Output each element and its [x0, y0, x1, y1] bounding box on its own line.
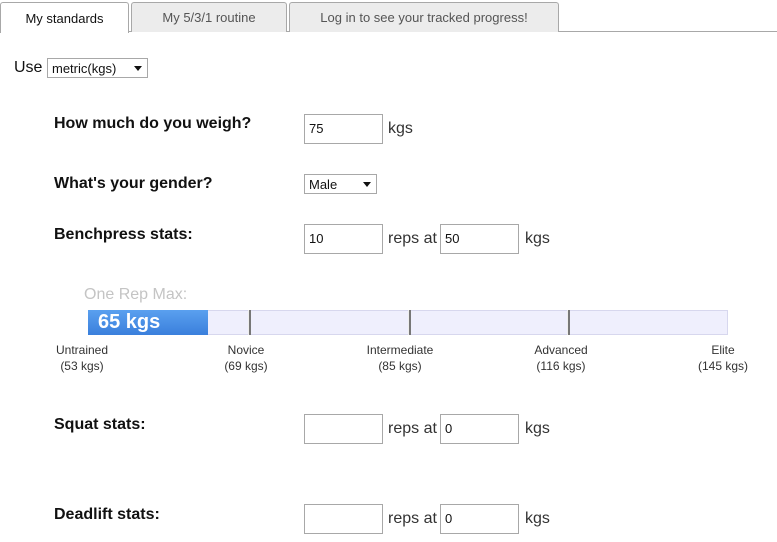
level-value: (145 kgs): [697, 359, 749, 373]
level-name: Intermediate: [366, 343, 434, 357]
tab-login-progress[interactable]: Log in to see your tracked progress!: [289, 2, 559, 32]
weight-unit: kgs: [388, 120, 413, 137]
level-value: (69 kgs): [224, 359, 268, 373]
bench-weight-input[interactable]: 50: [440, 224, 519, 254]
level-advanced: Advanced (116 kgs): [521, 342, 601, 374]
chevron-down-icon: [363, 182, 371, 187]
level-name: Elite: [711, 343, 735, 357]
gender-select-value: Male: [309, 176, 338, 192]
level-novice: Novice (69 kgs): [206, 342, 286, 374]
units-select[interactable]: metric(kgs): [47, 58, 148, 78]
units-select-value: metric(kgs): [52, 60, 117, 76]
level-value: (116 kgs): [536, 359, 586, 373]
strength-standards-page: My standards My 5/3/1 routine Log in to …: [0, 0, 777, 542]
level-untrained: Untrained (53 kgs): [44, 342, 120, 374]
intermediate-tick: [408, 310, 411, 335]
level-name: Novice: [227, 343, 265, 357]
deadlift-reps-input[interactable]: [304, 504, 383, 534]
one-rep-max-label: One Rep Max:: [84, 286, 188, 303]
level-intermediate: Intermediate (85 kgs): [355, 342, 445, 374]
squat-reps-label: reps at: [388, 420, 437, 437]
squat-question: Squat stats:: [54, 416, 146, 433]
squat-weight-input[interactable]: 0: [440, 414, 519, 444]
level-name: Untrained: [55, 343, 109, 357]
bodyweight-input[interactable]: 75: [304, 114, 383, 144]
tab-531-routine[interactable]: My 5/3/1 routine: [131, 2, 287, 32]
bench-weight-unit: kgs: [525, 230, 550, 247]
bench-reps-label: reps at: [388, 230, 437, 247]
squat-weight-unit: kgs: [525, 420, 550, 437]
level-value: (53 kgs): [60, 359, 104, 373]
gender-question: What's your gender?: [54, 175, 213, 192]
units-label: Use: [14, 59, 43, 76]
tab-bar: My standards My 5/3/1 routine Log in to …: [0, 0, 777, 33]
squat-reps-input[interactable]: [304, 414, 383, 444]
deadlift-weight-input[interactable]: 0: [440, 504, 519, 534]
level-elite: Elite (145 kgs): [688, 342, 758, 374]
gender-select[interactable]: Male: [304, 174, 377, 194]
deadlift-reps-label: reps at: [388, 510, 437, 527]
bench-question: Benchpress stats:: [54, 226, 193, 243]
level-value: (85 kgs): [378, 359, 422, 373]
one-rep-max-value: 65 kgs: [98, 311, 161, 333]
deadlift-question: Deadlift stats:: [54, 506, 160, 523]
chevron-down-icon: [134, 66, 142, 71]
deadlift-weight-unit: kgs: [525, 510, 550, 527]
advanced-tick: [567, 310, 570, 335]
bench-reps-input[interactable]: 10: [304, 224, 383, 254]
one-rep-max-fill: 65 kgs: [88, 310, 208, 335]
tab-my-standards[interactable]: My standards: [0, 2, 129, 33]
novice-tick: [248, 310, 251, 335]
level-name: Advanced: [534, 343, 588, 357]
weight-question: How much do you weigh?: [54, 115, 252, 132]
